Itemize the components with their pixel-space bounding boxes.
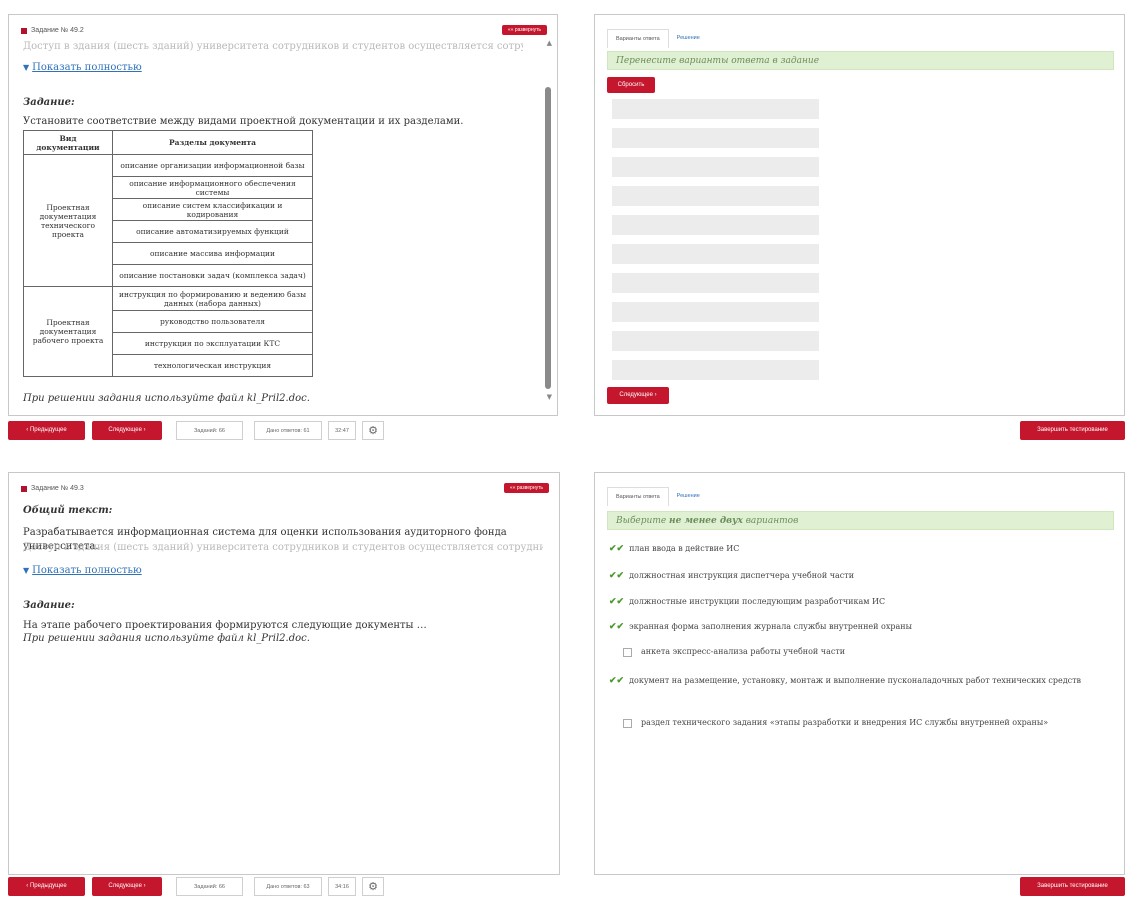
table-section-cell: инструкция по формированию и ведению баз… (112, 286, 313, 311)
next-button[interactable]: Следующее › (92, 421, 162, 440)
tab-answer-options[interactable]: Варианты ответа (607, 29, 669, 48)
table-kind-cell: Проектная документация рабочего проекта (23, 286, 113, 377)
table-header-kind: Вид документации (23, 130, 113, 155)
tasks-count[interactable]: Заданий: 66 (176, 877, 243, 896)
answer-slot[interactable] (612, 157, 819, 177)
gear-icon[interactable]: ⚙ (362, 877, 384, 896)
answer-slot[interactable] (612, 331, 819, 351)
scrollbar-thumb[interactable] (545, 87, 551, 389)
expand-button[interactable]: «« развернуть (501, 25, 547, 35)
gear-icon[interactable]: ⚙ (362, 421, 384, 440)
matching-table: Вид документации Разделы документа Проек… (23, 130, 313, 377)
answer-slot[interactable] (612, 99, 819, 119)
caret-down-icon: ▼ (23, 566, 30, 575)
tab-solution[interactable]: Решение (668, 29, 708, 48)
answer-panel-bottom: Варианты ответа Решение Выберите не мене… (594, 472, 1125, 875)
timer: 34:16 (328, 877, 356, 896)
tasks-count[interactable]: Заданий: 66 (176, 421, 243, 440)
table-section-cell: описание постановки задач (комплекса зад… (112, 264, 313, 287)
question-panel-bottom: Задание № 49.3 «« развернуть Общий текст… (8, 472, 560, 875)
finish-test-button[interactable]: Завершить тестирование (1020, 877, 1125, 896)
answers-count[interactable]: Дано ответов: 63 (254, 877, 322, 896)
finish-test-button[interactable]: Завершить тестирование (1020, 421, 1125, 440)
general-text-label: Общий текст: (23, 505, 113, 516)
answer-tabs: Варианты ответа Решение (607, 29, 708, 48)
answer-slot[interactable] (612, 273, 819, 293)
show-more-link[interactable]: ▼ Показать полностью (23, 558, 142, 577)
table-section-cell: инструкция по эксплуатации КТС (112, 332, 313, 355)
previous-button[interactable]: ‹ Предыдущее (8, 877, 85, 896)
answer-option[interactable]: анкета экспресс-анализа работы учебной ч… (609, 646, 1104, 657)
faded-context-text: Доступ в здания (шесть зданий) университ… (23, 542, 543, 553)
answer-slot[interactable] (612, 215, 819, 235)
show-more-link[interactable]: ▼ Показать полностью (23, 55, 142, 74)
answer-option[interactable]: ✔✔ должностная инструкция диспетчера учеб… (609, 570, 1104, 582)
task-label: Задание: (23, 600, 75, 611)
bottom-nav-bottom: ‹ Предыдущее Следующее › Заданий: 66 Дан… (0, 877, 1125, 897)
question-panel-top: Задание № 49.2 «« развернуть Доступ в зд… (8, 14, 558, 416)
expand-button[interactable]: «« развернуть (503, 483, 549, 493)
answer-slot[interactable] (612, 128, 819, 148)
answer-panel-top: Варианты ответа Решение Перенесите вариа… (594, 14, 1125, 416)
instruction-hint: Выберите не менее двух вариантов (607, 511, 1114, 530)
tab-solution[interactable]: Решение (668, 487, 708, 506)
caret-down-icon: ▼ (23, 63, 30, 72)
flag-icon (21, 27, 27, 34)
answer-tabs: Варианты ответа Решение (607, 487, 708, 506)
table-section-cell: описание массива информации (112, 242, 313, 265)
table-section-cell: описание автоматизируемых функций (112, 220, 313, 243)
next-answer-button[interactable]: Следующее › (607, 387, 669, 404)
bottom-nav-top: ‹ Предыдущее Следующее › Заданий: 66 Дан… (0, 421, 1125, 441)
table-section-cell: технологическая инструкция (112, 354, 313, 377)
double-check-icon: ✔✔ (609, 544, 625, 554)
tab-answer-options[interactable]: Варианты ответа (607, 487, 669, 506)
double-check-icon: ✔✔ (609, 676, 625, 686)
checkbox[interactable] (623, 718, 632, 728)
answer-slot[interactable] (612, 360, 819, 380)
double-check-icon: ✔✔ (609, 597, 625, 607)
answer-option[interactable]: раздел технического задания «этапы разра… (609, 717, 1104, 728)
next-button[interactable]: Следующее › (92, 877, 162, 896)
answer-option[interactable]: ✔✔ документ на размещение, установку, мон… (595, 671, 1100, 691)
table-section-cell: описание организации информационной базы (112, 154, 313, 177)
file-note: При решении задания используйте файл kl_… (23, 393, 310, 404)
answer-slot[interactable] (612, 302, 819, 322)
answer-option[interactable]: ✔✔ должностные инструкции последующим раз… (609, 596, 1104, 608)
question-title: Задание № 49.2 (21, 27, 84, 34)
table-section-cell: описание информационного обеспечения сис… (112, 176, 313, 199)
chevron-up-icon[interactable]: ▲ (547, 39, 552, 47)
question-title: Задание № 49.3 (21, 485, 84, 492)
table-header-sections: Разделы документа (112, 130, 313, 155)
answers-count[interactable]: Дано ответов: 61 (254, 421, 322, 440)
task-label: Задание: (23, 97, 75, 108)
answer-slot[interactable] (612, 244, 819, 264)
double-check-icon: ✔✔ (609, 571, 625, 581)
double-check-icon: ✔✔ (609, 622, 625, 632)
faded-context-text: Доступ в здания (шесть зданий) университ… (23, 41, 523, 52)
answer-option[interactable]: ✔✔ план ввода в действие ИС (609, 543, 1104, 555)
task-text: На этапе рабочего проектирования формиру… (23, 620, 427, 631)
instruction-hint: Перенесите варианты ответа в задание (607, 51, 1114, 70)
chevron-down-icon[interactable]: ▼ (547, 393, 552, 401)
table-section-cell: описание систем классификации и кодирова… (112, 198, 313, 221)
table-section-cell: руководство пользователя (112, 310, 313, 333)
checkbox[interactable] (623, 647, 632, 657)
table-kind-cell: Проектная документация технического прое… (23, 154, 113, 287)
task-text: Установите соответствие между видами про… (23, 116, 464, 127)
flag-icon (21, 485, 27, 492)
answer-slot[interactable] (612, 186, 819, 206)
answer-option[interactable]: ✔✔ экранная форма заполнения журнала служ… (609, 621, 1104, 633)
previous-button[interactable]: ‹ Предыдущее (8, 421, 85, 440)
reset-button[interactable]: Сбросить (607, 77, 655, 93)
file-note: При решении задания используйте файл kl_… (23, 633, 310, 644)
timer: 32:47 (328, 421, 356, 440)
